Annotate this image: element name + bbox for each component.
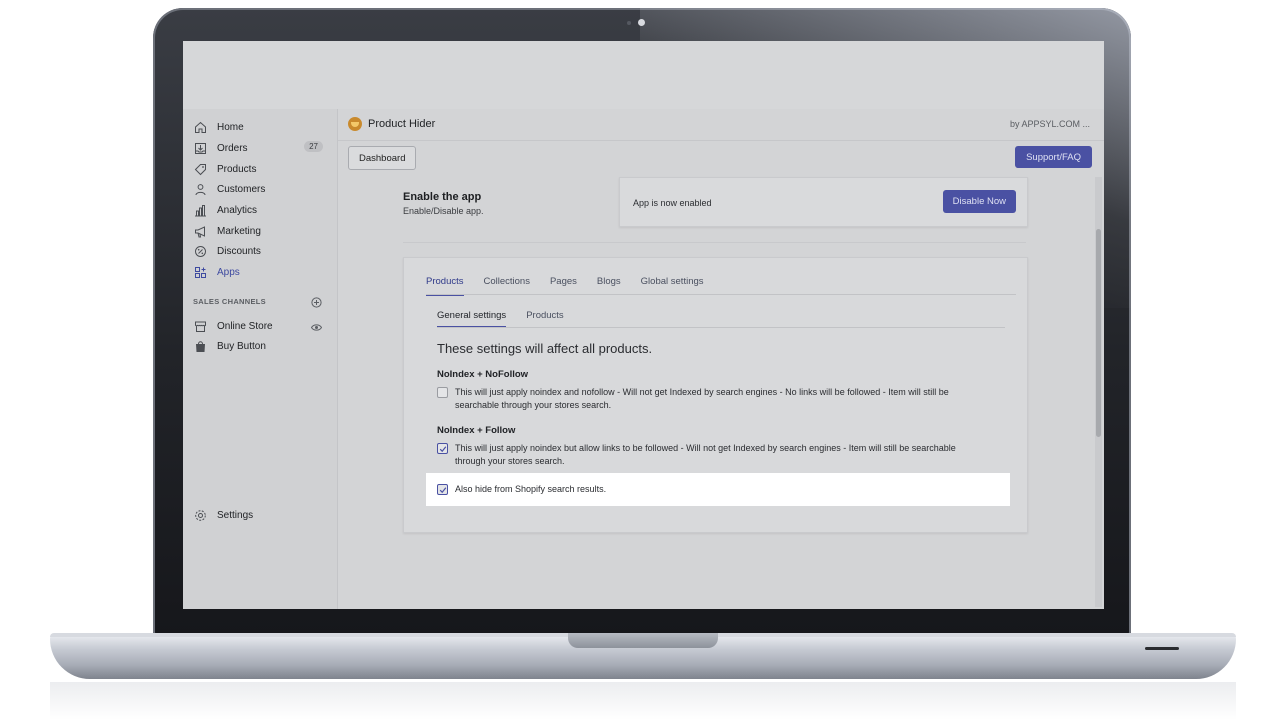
tag-icon: [193, 162, 207, 176]
sidebar-item-label: Apps: [217, 266, 240, 278]
tab-collections[interactable]: Collections: [484, 276, 530, 294]
sidebar: Home Orders 27 Products Customers Analyt…: [183, 109, 338, 609]
laptop-screen: Home Orders 27 Products Customers Analyt…: [183, 41, 1104, 609]
orders-count-badge: 27: [304, 141, 323, 152]
sidebar-item-apps[interactable]: Apps: [193, 262, 333, 282]
app-logo-icon: [348, 117, 362, 131]
noindex-follow-option[interactable]: This will just apply noindex but allow l…: [437, 442, 982, 468]
sidebar-item-discounts[interactable]: Discounts: [193, 241, 333, 261]
gear-icon: [193, 508, 207, 522]
person-icon: [193, 182, 207, 196]
sidebar-item-label: Orders: [217, 142, 248, 154]
checkmark-icon: [439, 445, 446, 452]
sidebar-item-settings[interactable]: Settings: [193, 505, 333, 525]
status-led: [1145, 647, 1179, 650]
megaphone-icon: [193, 224, 207, 238]
disable-now-button[interactable]: Disable Now: [942, 190, 1016, 213]
noindex-follow-checkbox[interactable]: [437, 443, 448, 454]
settings-subtabs: General settings Products: [437, 310, 584, 328]
tab-blogs[interactable]: Blogs: [597, 276, 621, 294]
sidebar-item-label: Settings: [217, 509, 254, 521]
sidebar-item-orders[interactable]: Orders 27: [193, 138, 333, 158]
sidebar-item-label: Online Store: [217, 320, 273, 332]
dashboard-button[interactable]: Dashboard: [348, 146, 417, 170]
sidebar-item-label: Customers: [217, 183, 266, 195]
app-header: Product Hider by APPSYL.COM ...: [338, 109, 1104, 141]
main-panel: Product Hider by APPSYL.COM ... Dashboar…: [338, 109, 1104, 609]
sidebar-item-buy-button[interactable]: Buy Button: [193, 336, 333, 356]
floor-reflection: [50, 682, 1236, 720]
store-icon: [193, 319, 207, 333]
add-channel-icon[interactable]: [311, 295, 322, 313]
sidebar-item-label: Products: [217, 163, 257, 175]
noindex-nofollow-option[interactable]: This will just apply noindex and nofollo…: [437, 386, 982, 412]
tabs-divider: [426, 294, 1016, 295]
sidebar-item-products[interactable]: Products: [193, 159, 333, 179]
subtabs-divider: [437, 327, 1005, 328]
subtab-general-settings[interactable]: General settings: [437, 310, 507, 328]
tab-global-settings[interactable]: Global settings: [641, 276, 704, 294]
hide-search-checkbox[interactable]: [437, 484, 448, 495]
app-developer-link[interactable]: by APPSYL.COM ...: [1010, 119, 1090, 129]
option-description: This will just apply noindex and nofollo…: [455, 387, 949, 410]
tab-pages[interactable]: Pages: [550, 276, 577, 294]
shopping-bag-icon: [193, 339, 207, 353]
settings-tabs: Products Collections Pages Blogs Global …: [426, 276, 724, 296]
settings-heading: These settings will affect all products.: [437, 341, 653, 356]
sidebar-item-customers[interactable]: Customers: [193, 179, 333, 199]
screen-top-area: [183, 41, 1104, 109]
sidebar-item-label: Analytics: [217, 204, 258, 216]
app-title: Product Hider: [368, 118, 436, 130]
noindex-nofollow-checkbox[interactable]: [437, 387, 448, 398]
option-description: This will just apply noindex but allow l…: [455, 443, 956, 466]
apps-icon: [193, 265, 207, 279]
hide-search-option[interactable]: Also hide from Shopify search results.: [437, 483, 982, 496]
sidebar-item-label: Buy Button: [217, 340, 266, 352]
sidebar-item-label: Home: [217, 121, 244, 133]
sidebar-item-marketing[interactable]: Marketing: [193, 221, 333, 241]
light-sensor: [627, 21, 631, 25]
orders-icon: [193, 141, 207, 155]
enable-section-description: Enable/Disable app.: [403, 206, 484, 216]
option-description: Also hide from Shopify search results.: [455, 484, 607, 494]
sidebar-item-analytics[interactable]: Analytics: [193, 200, 333, 220]
tab-products[interactable]: Products: [426, 276, 464, 296]
bar-chart-icon: [193, 203, 207, 217]
section-divider: [403, 242, 1026, 243]
settings-card: Products Collections Pages Blogs Global …: [403, 257, 1028, 533]
sales-channels-heading: SALES CHANNELS: [193, 297, 266, 306]
checkmark-icon: [439, 486, 446, 493]
sidebar-item-label: Discounts: [217, 245, 261, 257]
app-status-text: App is now enabled: [633, 198, 712, 208]
subtab-products[interactable]: Products: [526, 310, 564, 326]
noindex-nofollow-label: NoIndex + NoFollow: [437, 369, 529, 380]
sidebar-item-home[interactable]: Home: [193, 117, 333, 137]
support-faq-button[interactable]: Support/FAQ: [1015, 146, 1092, 168]
enable-card: App is now enabled Disable Now: [619, 177, 1028, 227]
home-icon: [193, 120, 207, 134]
noindex-follow-label: NoIndex + Follow: [437, 425, 516, 436]
discount-icon: [193, 244, 207, 258]
sidebar-item-label: Marketing: [217, 225, 261, 237]
scrollbar-thumb[interactable]: [1096, 229, 1101, 437]
hide-search-highlight: Also hide from Shopify search results.: [426, 473, 1010, 506]
camera-icon: [638, 19, 645, 26]
laptop-notch: [568, 633, 718, 648]
enable-section-title: Enable the app: [403, 191, 482, 203]
